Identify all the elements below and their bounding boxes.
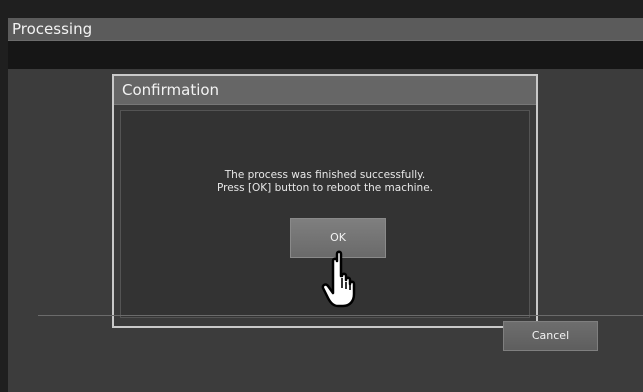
message-line-1: The process was finished successfully. (224, 169, 426, 181)
status-bar (8, 41, 643, 69)
footer-divider (38, 315, 643, 316)
panel-frame: Processing Confirmation The process was … (0, 0, 643, 392)
dialog-message: The process was finished successfully. P… (121, 169, 529, 195)
confirmation-dialog: Confirmation The process was finished su… (112, 74, 538, 328)
dialog-title-bar: Confirmation (114, 76, 536, 105)
dialog-body: The process was finished successfully. P… (120, 110, 530, 318)
window-title: Processing (12, 20, 93, 38)
window-title-bar: Processing (8, 18, 643, 41)
hand-pointer-icon (321, 250, 356, 308)
dialog-title: Confirmation (122, 81, 220, 99)
message-line-2: Press [OK] button to reboot the machine. (216, 182, 434, 194)
processing-screen: Processing Confirmation The process was … (8, 18, 643, 392)
cancel-button[interactable]: Cancel (503, 321, 598, 351)
